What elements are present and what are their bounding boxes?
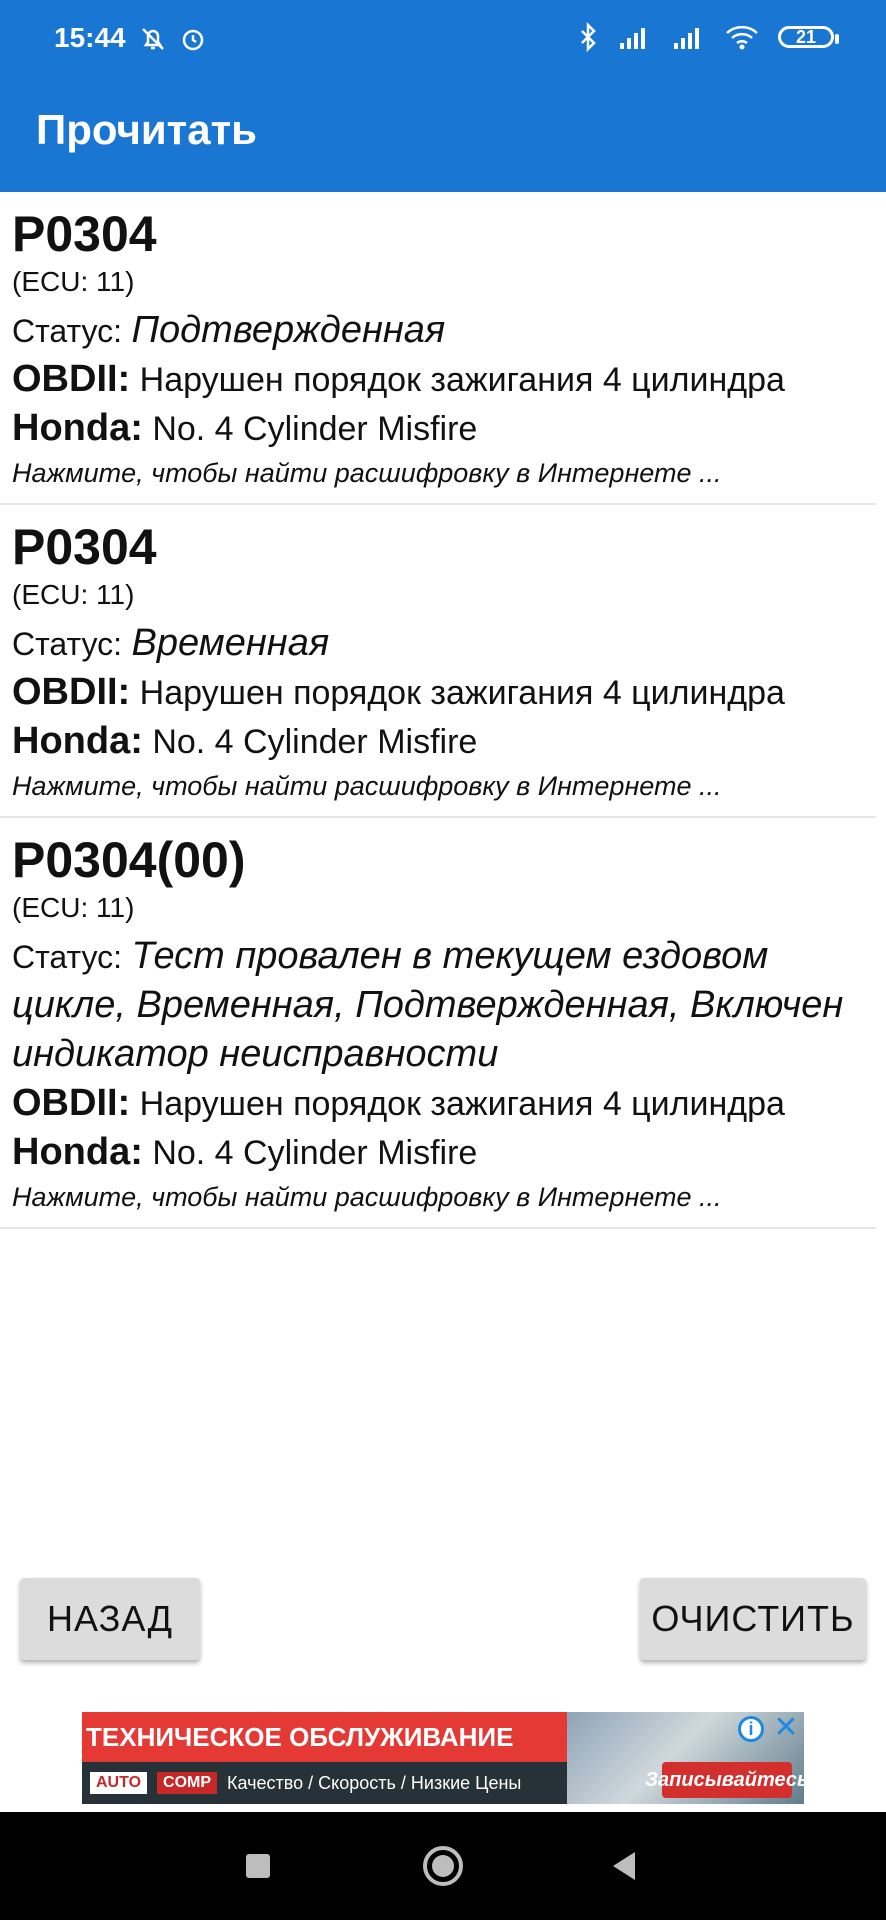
obd-description: OBDII: Нарушен порядок зажигания 4 цилин… [12, 1079, 864, 1128]
dtc-entry[interactable]: P0304(00) (ECU: 11) Статус: Тест провале… [0, 818, 876, 1229]
make-description: Honda: No. 4 Cylinder Misfire [12, 1128, 864, 1177]
obd-description: OBDII: Нарушен порядок зажигания 4 цилин… [12, 668, 864, 717]
dtc-entry[interactable]: P0304 (ECU: 11) Статус: Временная OBDII:… [0, 505, 876, 818]
status-value: Тест провален в текущем ездовом цикле, В… [12, 935, 844, 1075]
status-time: 15:44 [54, 22, 126, 53]
status-value: Подтвержденная [131, 309, 446, 351]
make-value: No. 4 Cylinder Misfire [152, 410, 478, 448]
ad-tagline: Качество / Скорость / Низкие Цены [227, 1772, 522, 1793]
search-hint-link[interactable]: Нажмите, чтобы найти расшифровку в Интер… [12, 453, 864, 493]
obd-label: OBDII: [12, 1082, 131, 1124]
status-value: Временная [131, 622, 330, 664]
recents-button[interactable] [218, 1812, 298, 1920]
page-title: Прочитать [36, 106, 257, 153]
make-description: Honda: No. 4 Cylinder Misfire [12, 404, 864, 453]
app-bar: Прочитать [0, 80, 886, 192]
make-description: Honda: No. 4 Cylinder Misfire [12, 717, 864, 766]
ad-footer: AUTO COMP Качество / Скорость / Низкие Ц… [82, 1762, 567, 1804]
dtc-code: P0304 [12, 206, 157, 262]
wifi-icon [724, 23, 760, 51]
make-label: Honda: [12, 720, 143, 762]
bluetooth-icon [578, 22, 598, 52]
signal-icon [670, 23, 706, 51]
square-icon [246, 1854, 270, 1878]
status-bar: 15:44 21 [0, 0, 886, 80]
dtc-code: P0304(00) [12, 832, 246, 888]
dtc-list: P0304 (ECU: 11) Статус: Подтвержденная O… [0, 192, 886, 1229]
ad-logo-auto: AUTO [90, 1772, 148, 1794]
obd-description: OBDII: Нарушен порядок зажигания 4 цилин… [12, 355, 864, 404]
system-nav-bar [0, 1812, 886, 1920]
status-label: Статус: [12, 939, 123, 975]
ad-cta-button[interactable]: Записывайтесь [645, 1762, 804, 1798]
ad-close-icon[interactable]: ✕ [772, 1713, 800, 1743]
dtc-ecu: (ECU: 11) [12, 266, 135, 297]
bell-off-icon [138, 24, 168, 54]
dtc-entry[interactable]: P0304 (ECU: 11) Статус: Подтвержденная O… [0, 192, 876, 505]
dtc-ecu: (ECU: 11) [12, 579, 135, 610]
search-hint-link[interactable]: Нажмите, чтобы найти расшифровку в Интер… [12, 1177, 864, 1217]
triangle-back-icon [613, 1852, 635, 1880]
dtc-code: P0304 [12, 519, 157, 575]
obd-label: OBDII: [12, 671, 131, 713]
back-nav-button[interactable] [584, 1812, 664, 1920]
signal-icon [616, 23, 652, 51]
obd-label: OBDII: [12, 358, 131, 400]
status-label: Статус: [12, 313, 123, 349]
status-label: Статус: [12, 626, 123, 662]
circle-icon [423, 1846, 463, 1886]
home-button[interactable] [403, 1812, 483, 1920]
make-value: No. 4 Cylinder Misfire [152, 1134, 478, 1172]
battery-indicator: 21 [778, 26, 839, 48]
ad-info-icon[interactable]: i [738, 1716, 764, 1742]
obd-value: Нарушен порядок зажигания 4 цилиндра [139, 361, 785, 399]
ad-banner[interactable]: ТЕХНИЧЕСКОЕ ОБСЛУЖИВАНИЕ AUTO COMP Качес… [82, 1712, 804, 1804]
make-label: Honda: [12, 1131, 143, 1173]
dtc-status: Статус: Подтвержденная [12, 306, 864, 355]
clear-button[interactable]: ОЧИСТИТЬ [640, 1578, 866, 1660]
make-value: No. 4 Cylinder Misfire [152, 723, 478, 761]
ad-logo-comp: COMP [157, 1772, 218, 1794]
obd-value: Нарушен порядок зажигания 4 цилиндра [139, 674, 785, 712]
ad-headline: ТЕХНИЧЕСКОЕ ОБСЛУЖИВАНИЕ [82, 1712, 567, 1762]
make-label: Honda: [12, 407, 143, 449]
obd-value: Нарушен порядок зажигания 4 цилиндра [139, 1085, 785, 1123]
dtc-ecu: (ECU: 11) [12, 892, 135, 923]
dtc-status: Статус: Временная [12, 619, 864, 668]
search-hint-link[interactable]: Нажмите, чтобы найти расшифровку в Интер… [12, 766, 864, 806]
back-button[interactable]: НАЗАД [20, 1578, 200, 1660]
alarm-icon [178, 24, 208, 54]
dtc-status: Статус: Тест провален в текущем ездовом … [12, 932, 864, 1079]
